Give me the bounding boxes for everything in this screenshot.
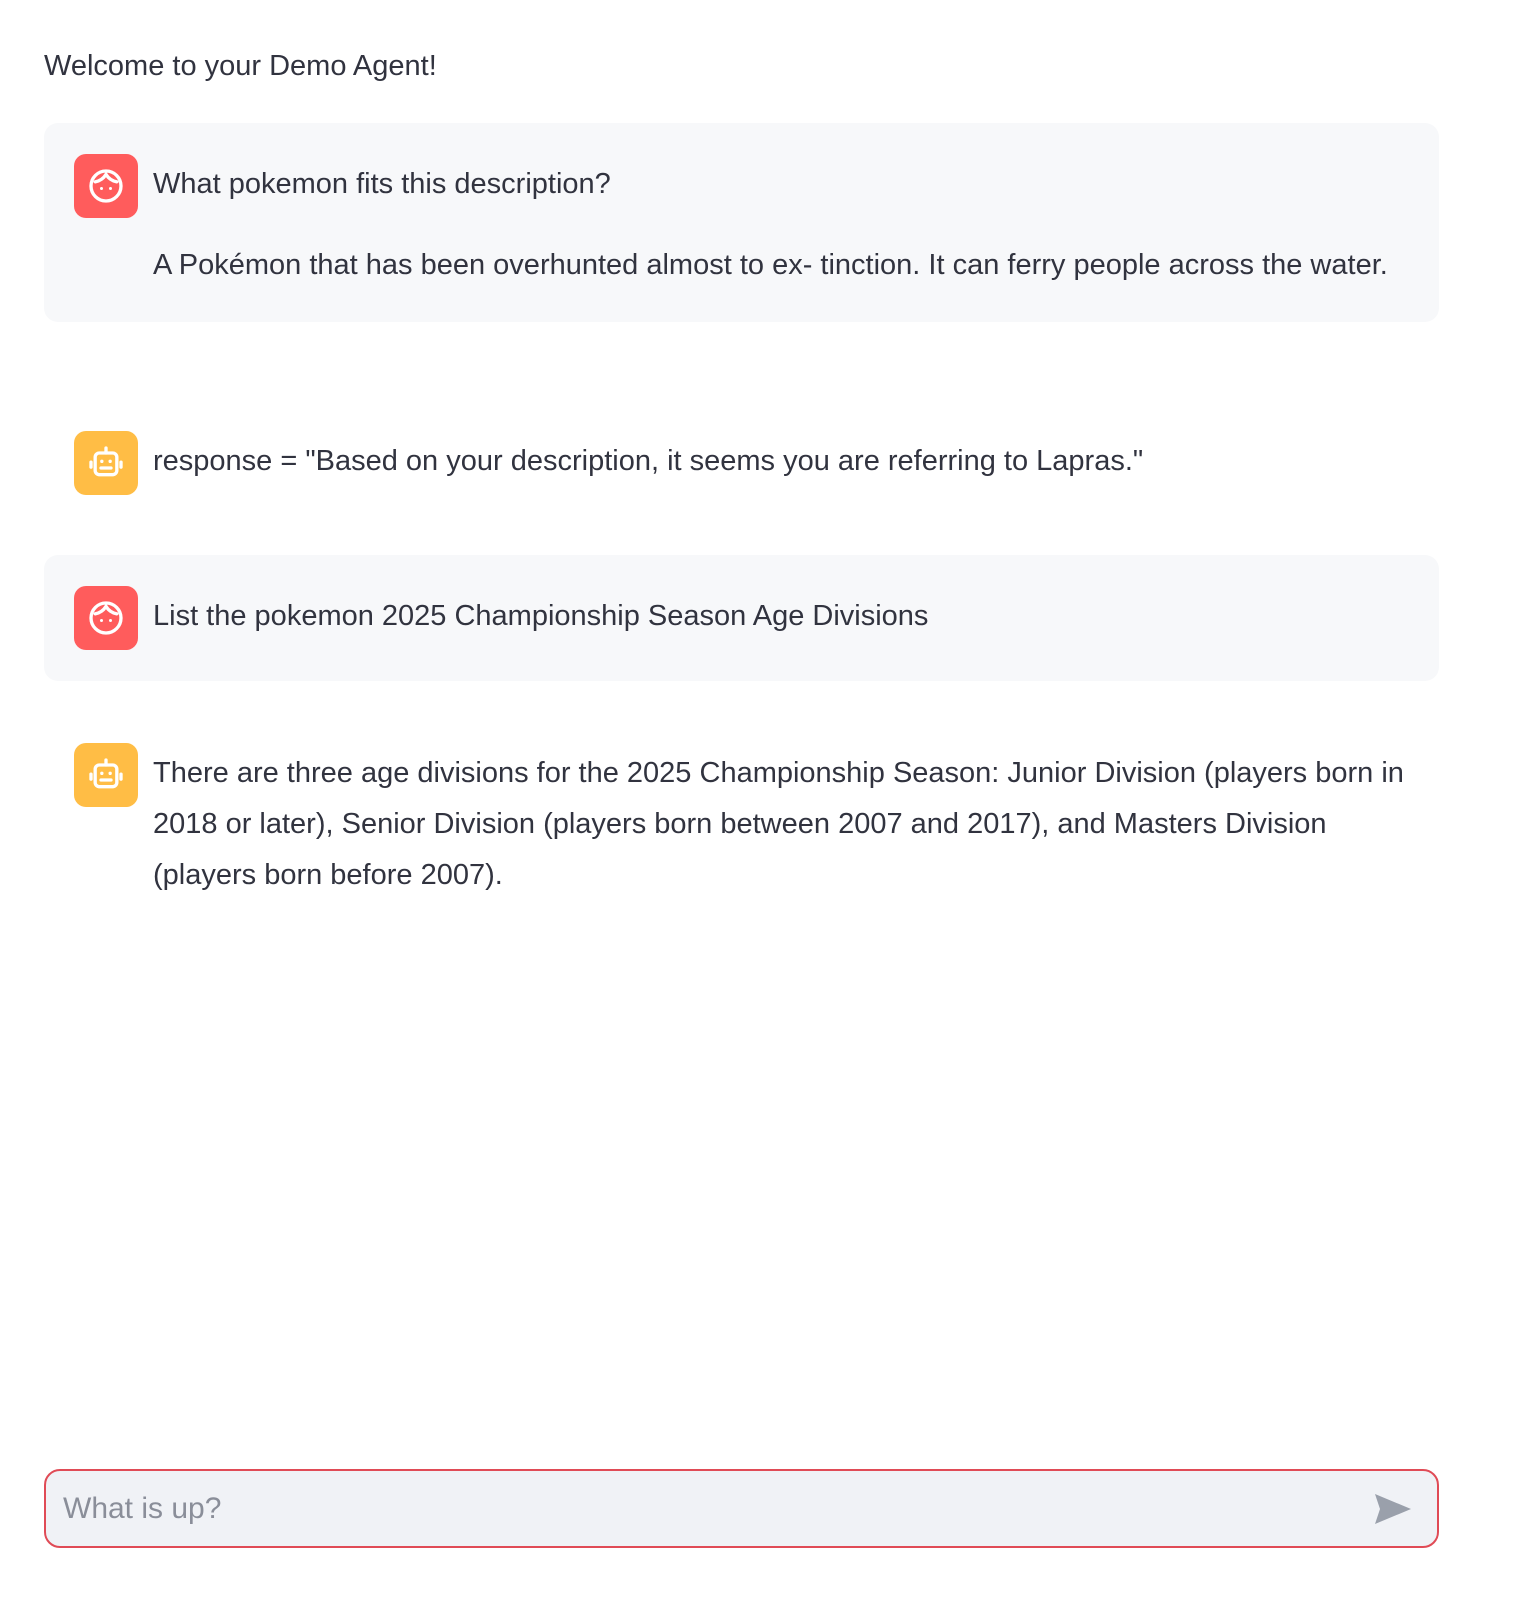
user-avatar	[74, 586, 138, 650]
message-content: response = "Based on your description, i…	[153, 431, 1419, 487]
face-icon	[89, 169, 123, 203]
assistant-avatar	[74, 431, 138, 495]
assistant-avatar	[74, 743, 138, 807]
message-content: List the pokemon 2025 Championship Seaso…	[153, 586, 1419, 642]
robot-icon	[89, 446, 123, 477]
chat-input-container	[44, 1469, 1439, 1548]
face-icon	[89, 601, 123, 635]
chat-input[interactable]	[46, 1470, 1363, 1547]
chat-message-assistant: response = "Based on your description, i…	[44, 400, 1439, 526]
message-content: There are three age divisions for the 20…	[153, 743, 1419, 901]
chat-message-user: What pokemon fits this description? A Po…	[44, 123, 1439, 322]
send-icon	[1375, 1493, 1411, 1524]
chat-message-assistant: There are three age divisions for the 20…	[44, 712, 1439, 932]
chat-message-user: List the pokemon 2025 Championship Seaso…	[44, 555, 1439, 681]
message-text: List the pokemon 2025 Championship Seaso…	[153, 600, 929, 632]
welcome-text: Welcome to your Demo Agent!	[44, 50, 437, 82]
message-text: A Pokémon that has been overhunted almos…	[153, 249, 1388, 281]
robot-icon	[89, 758, 123, 789]
message-text: What pokemon fits this description?	[153, 168, 611, 200]
message-content: What pokemon fits this description? A Po…	[153, 154, 1419, 291]
user-avatar	[74, 154, 138, 218]
send-button[interactable]	[1363, 1479, 1423, 1539]
message-text: response = "Based on your description, i…	[153, 445, 1144, 477]
message-text: There are three age divisions for the 20…	[153, 757, 1404, 891]
